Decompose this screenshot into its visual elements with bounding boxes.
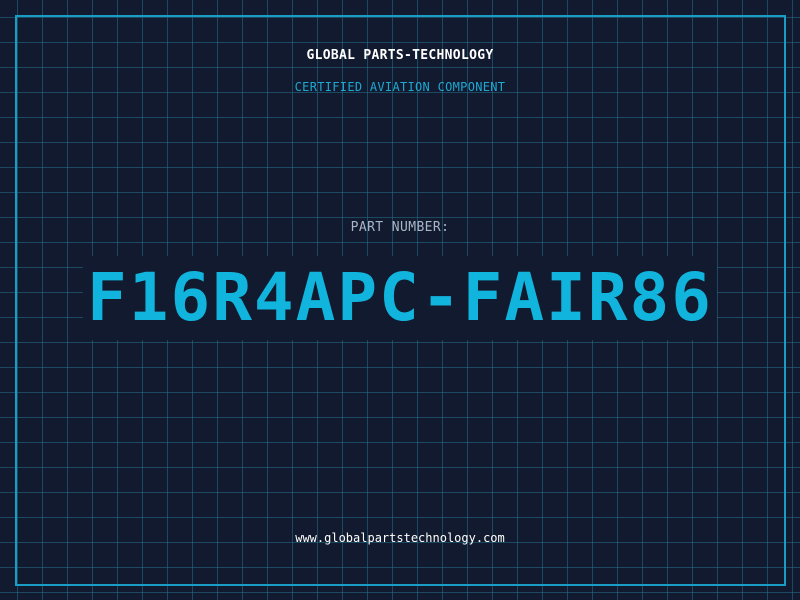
part-number-value: F16R4APC-FAIR86: [0, 256, 800, 340]
part-number-text: F16R4APC-FAIR86: [82, 256, 718, 340]
part-number-label: PART NUMBER:: [350, 220, 450, 235]
part-label-card: GLOBAL PARTS-TECHNOLOGY CERTIFIED AVIATI…: [0, 0, 800, 600]
certification-tagline: CERTIFIED AVIATION COMPONENT: [294, 80, 506, 94]
company-name: GLOBAL PARTS-TECHNOLOGY: [306, 48, 494, 63]
website-url: www.globalpartstechnology.com: [295, 531, 505, 545]
